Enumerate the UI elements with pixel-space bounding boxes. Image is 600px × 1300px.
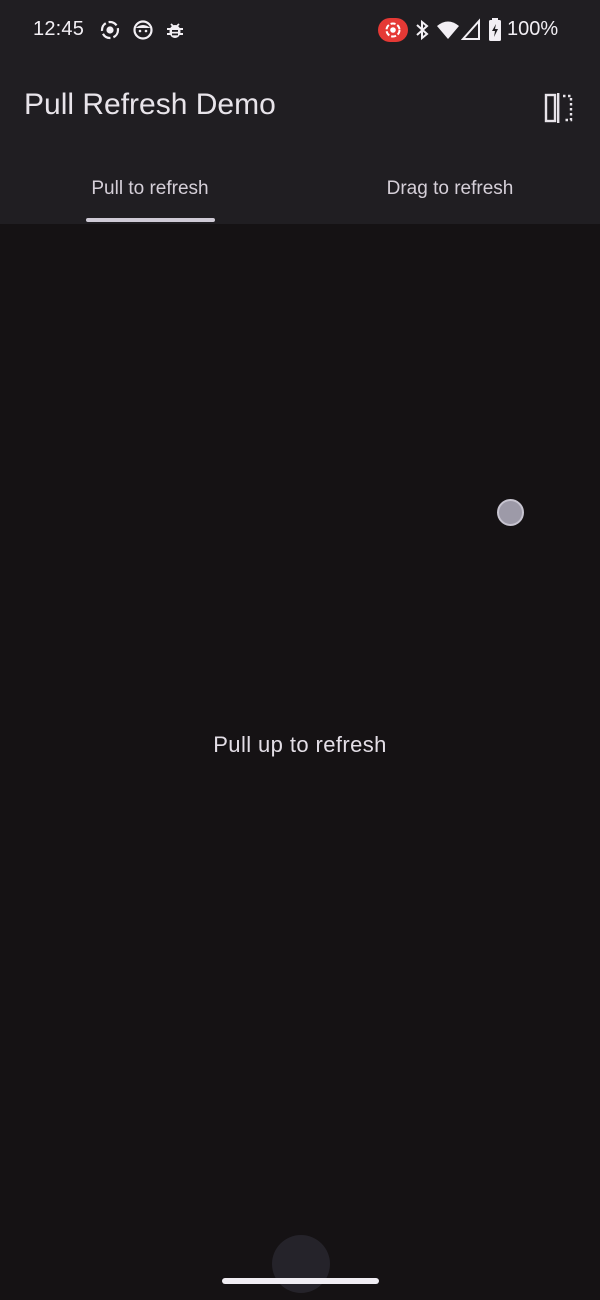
status-bar: 12:45 100% [0, 0, 600, 60]
wifi-icon [437, 21, 459, 39]
tab-row: Pull to refresh Drag to refresh [0, 152, 600, 224]
battery-charging-icon [489, 18, 501, 41]
app-title: Pull Refresh Demo [24, 88, 276, 121]
tab-label: Drag to refresh [386, 178, 514, 199]
tab-pull-to-refresh[interactable]: Pull to refresh [0, 152, 300, 224]
screen-record-icon [100, 20, 120, 40]
refresh-content-area[interactable]: Pull up to refresh [0, 224, 600, 1300]
status-time: 12:45 [33, 18, 85, 40]
battery-percentage: 100% [507, 18, 559, 40]
pull-hint-text: Pull up to refresh [213, 732, 387, 757]
gesture-navigation-handle[interactable] [222, 1278, 379, 1284]
bluetooth-icon [416, 19, 429, 41]
cellular-signal-icon [461, 18, 480, 40]
top-app-area: 12:45 100% Pull Refresh Demo Pull to ref… [0, 0, 600, 224]
app-bar: Pull Refresh Demo [0, 70, 600, 146]
recording-indicator-icon [378, 18, 408, 42]
tab-drag-to-refresh[interactable]: Drag to refresh [300, 152, 600, 224]
selected-tab-indicator [86, 218, 215, 222]
bug-icon [167, 23, 183, 38]
face-icon [133, 20, 153, 40]
pull-refresh-indicator [272, 1235, 330, 1293]
split-screen-icon[interactable] [543, 91, 575, 125]
touch-indicator [497, 499, 524, 526]
